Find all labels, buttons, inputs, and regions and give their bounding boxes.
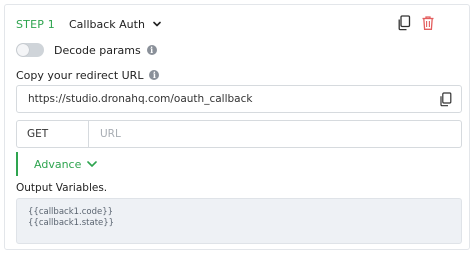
output-variable: {{callback1.state}}: [28, 218, 115, 228]
copy-url-icon[interactable]: [439, 92, 452, 107]
step-label: STEP 1: [16, 17, 55, 31]
decode-params-toggle[interactable]: [16, 43, 44, 57]
step-card: STEP 1 Callback Auth Decode params i Cop…: [4, 4, 470, 250]
redirect-url-field[interactable]: https://studio.dronahq.com/oauth_callbac…: [16, 85, 462, 113]
http-method-value: GET: [27, 128, 49, 140]
url-input[interactable]: [89, 120, 462, 148]
info-icon[interactable]: i: [149, 70, 160, 80]
advance-toggle[interactable]: Advance: [16, 152, 98, 176]
http-method-select[interactable]: GET: [16, 120, 89, 148]
output-variables-box: {{callback1.code}} {{callback1.state}}: [16, 198, 462, 244]
step-type-select[interactable]: Callback Auth: [69, 18, 161, 31]
request-row: GET: [16, 120, 462, 148]
info-icon[interactable]: i: [146, 45, 157, 55]
advance-label: Advance: [34, 157, 82, 171]
redirect-url-value: https://studio.dronahq.com/oauth_callbac…: [28, 93, 253, 105]
toggle-knob: [17, 44, 29, 56]
step-header: STEP 1 Callback Auth: [16, 16, 161, 32]
output-variable: {{callback1.code}}: [28, 207, 114, 217]
copy-icon[interactable]: [397, 15, 411, 31]
chevron-down-icon: [153, 20, 161, 28]
redirect-url-label: Copy your redirect URL: [16, 68, 144, 82]
output-variables-label: Output Variables.: [16, 182, 108, 194]
decode-params-label: Decode params: [54, 43, 141, 57]
redirect-url-label-row: Copy your redirect URL i: [16, 67, 160, 83]
chevron-down-icon: [87, 160, 98, 168]
step-type-value: Callback Auth: [68, 17, 145, 31]
trash-icon[interactable]: [421, 15, 435, 31]
decode-params-row: Decode params i: [16, 42, 157, 58]
